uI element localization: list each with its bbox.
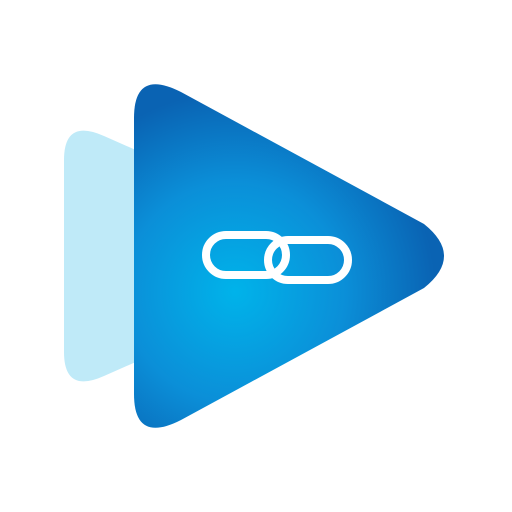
play-link-app-icon [64, 84, 444, 428]
app-icon-canvas [0, 0, 512, 512]
